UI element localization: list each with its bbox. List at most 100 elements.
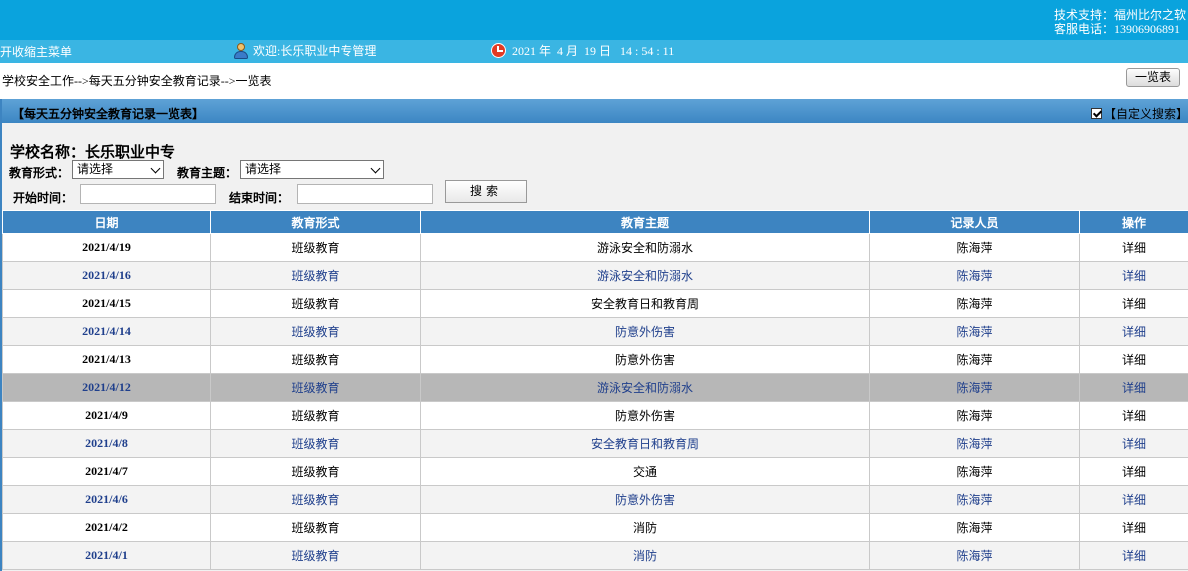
detail-link[interactable]: 详细 xyxy=(1079,373,1188,402)
education-topic-value: 请选择 xyxy=(245,162,282,176)
custom-search-toggle[interactable]: 【自定义搜索】 xyxy=(1090,105,1188,122)
detail-link[interactable]: 详细 xyxy=(1079,541,1188,570)
detail-link[interactable]: 详细 xyxy=(1079,289,1188,318)
service-phone: 客服电话：13906906891 xyxy=(1053,22,1180,36)
table-row[interactable]: 2021/4/14 班级教育 防意外伤害 陈海萍 详细 xyxy=(2,317,1188,346)
education-topic-select[interactable]: 请选择 xyxy=(240,160,384,179)
cell-topic: 安全教育日和教育周 xyxy=(420,429,870,458)
support-info: 技术支持：福州比尔之软 客服电话：13906906891 xyxy=(1054,8,1186,36)
cell-date: 2021/4/16 xyxy=(2,261,211,290)
cell-date: 2021/4/15 xyxy=(2,289,211,318)
cell-recorder: 陈海萍 xyxy=(869,429,1080,458)
detail-link[interactable]: 详细 xyxy=(1079,261,1188,290)
cell-date: 2021/4/8 xyxy=(2,429,211,458)
cell-date: 2021/4/2 xyxy=(2,513,211,542)
cell-form: 班级教育 xyxy=(210,541,421,570)
records-table: 日期 教育形式 教育主题 记录人员 操作 2021/4/19 班级教育 游泳安全和防… xyxy=(2,210,1188,570)
table-row[interactable]: 2021/4/6 班级教育 防意外伤害 陈海萍 详细 xyxy=(2,485,1188,514)
cell-date: 2021/4/9 xyxy=(2,401,211,430)
table-row[interactable]: 2021/4/1 班级教育 消防 陈海萍 详细 xyxy=(2,541,1188,570)
toggle-main-menu-link[interactable]: 开收缩主菜单 xyxy=(0,43,72,60)
records-panel: 【每天五分钟安全教育记录一览表】 【自定义搜索】 学校名称：长乐职业中专 教育形… xyxy=(0,99,1188,571)
end-time-input[interactable] xyxy=(297,184,433,204)
column-header-recorder: 记录人员 xyxy=(869,210,1080,234)
breadcrumb: 学校安全工作-->每天五分钟安全教育记录-->一览表 xyxy=(2,74,272,88)
cell-topic: 消防 xyxy=(420,541,870,570)
cell-date: 2021/4/19 xyxy=(2,233,211,262)
cell-form: 班级教育 xyxy=(210,429,421,458)
clock-icon xyxy=(491,43,506,58)
cell-topic: 消防 xyxy=(420,513,870,542)
detail-link[interactable]: 详细 xyxy=(1079,429,1188,458)
table-row[interactable]: 2021/4/19 班级教育 游泳安全和防溺水 陈海萍 详细 xyxy=(2,233,1188,262)
cell-topic: 防意外伤害 xyxy=(420,345,870,374)
cell-form: 班级教育 xyxy=(210,233,421,262)
education-form-select[interactable]: 请选择 xyxy=(72,160,164,179)
school-name: 学校名称：长乐职业中专 xyxy=(10,145,176,161)
column-header-action: 操作 xyxy=(1079,210,1188,234)
detail-link[interactable]: 详细 xyxy=(1079,401,1188,430)
education-form-label: 教育形式： xyxy=(9,166,70,180)
panel-header: 【每天五分钟安全教育记录一览表】 【自定义搜索】 xyxy=(2,99,1188,123)
table-row[interactable]: 2021/4/13 班级教育 防意外伤害 陈海萍 详细 xyxy=(2,345,1188,374)
cell-form: 班级教育 xyxy=(210,513,421,542)
table-row[interactable]: 2021/4/15 班级教育 安全教育日和教育周 陈海萍 详细 xyxy=(2,289,1188,318)
cell-date: 2021/4/7 xyxy=(2,457,211,486)
cell-form: 班级教育 xyxy=(210,345,421,374)
cell-form: 班级教育 xyxy=(210,373,421,402)
cell-recorder: 陈海萍 xyxy=(869,485,1080,514)
detail-link[interactable]: 详细 xyxy=(1079,513,1188,542)
cell-topic: 游泳安全和防溺水 xyxy=(420,233,870,262)
table-header-row: 日期 教育形式 教育主题 记录人员 操作 xyxy=(2,210,1188,234)
cell-form: 班级教育 xyxy=(210,485,421,514)
cell-recorder: 陈海萍 xyxy=(869,513,1080,542)
top-banner: 技术支持：福州比尔之软 客服电话：13906906891 xyxy=(0,0,1188,40)
detail-link[interactable]: 详细 xyxy=(1079,485,1188,514)
cell-date: 2021/4/12 xyxy=(2,373,211,402)
user-icon xyxy=(233,42,249,59)
welcome-text: 欢迎:长乐职业中专管理 xyxy=(253,44,377,58)
cell-recorder: 陈海萍 xyxy=(869,541,1080,570)
cell-date: 2021/4/6 xyxy=(2,485,211,514)
checkbox-checked-icon[interactable] xyxy=(1090,108,1102,119)
welcome-area: 欢迎:长乐职业中专管理 xyxy=(233,42,376,59)
cell-form: 班级教育 xyxy=(210,457,421,486)
cell-recorder: 陈海萍 xyxy=(869,457,1080,486)
cell-topic: 交通 xyxy=(420,457,870,486)
list-view-button[interactable]: 一览表 xyxy=(1125,68,1180,87)
detail-link[interactable]: 详细 xyxy=(1079,345,1188,374)
cell-form: 班级教育 xyxy=(210,289,421,318)
search-button[interactable]: 搜索 xyxy=(445,180,527,203)
detail-link[interactable]: 详细 xyxy=(1079,457,1188,486)
detail-link[interactable]: 详细 xyxy=(1079,317,1188,346)
cell-topic: 防意外伤害 xyxy=(420,485,870,514)
cell-form: 班级教育 xyxy=(210,401,421,430)
column-header-topic: 教育主题 xyxy=(420,210,870,234)
support-line: 技术支持：福州比尔之软 xyxy=(1053,8,1186,22)
custom-search-label: 【自定义搜索】 xyxy=(1103,107,1188,121)
cell-recorder: 陈海萍 xyxy=(869,233,1080,262)
cell-recorder: 陈海萍 xyxy=(869,401,1080,430)
start-time-label: 开始时间： xyxy=(13,191,74,205)
status-bar: 开收缩主菜单 欢迎:长乐职业中专管理 2021 年 4 月 19 日 14 : … xyxy=(0,40,1188,63)
cell-recorder: 陈海萍 xyxy=(869,373,1080,402)
table-row[interactable]: 2021/4/7 班级教育 交通 陈海萍 详细 xyxy=(2,457,1188,486)
cell-topic: 防意外伤害 xyxy=(420,401,870,430)
cell-date: 2021/4/1 xyxy=(2,541,211,570)
detail-link[interactable]: 详细 xyxy=(1079,233,1188,262)
cell-topic: 防意外伤害 xyxy=(420,317,870,346)
table-row[interactable]: 2021/4/12 班级教育 游泳安全和防溺水 陈海萍 详细 xyxy=(2,373,1188,402)
education-topic-label: 教育主题： xyxy=(177,166,238,180)
datetime-area: 2021 年 4 月 19 日 14 : 54 : 11 xyxy=(491,42,674,59)
chevron-down-icon xyxy=(150,163,161,174)
table-row[interactable]: 2021/4/9 班级教育 防意外伤害 陈海萍 详细 xyxy=(2,401,1188,430)
table-row[interactable]: 2021/4/8 班级教育 安全教育日和教育周 陈海萍 详细 xyxy=(2,429,1188,458)
cell-recorder: 陈海萍 xyxy=(869,317,1080,346)
column-header-date: 日期 xyxy=(2,210,211,234)
chevron-down-icon xyxy=(370,163,381,174)
cell-recorder: 陈海萍 xyxy=(869,345,1080,374)
start-time-input[interactable] xyxy=(80,184,216,204)
breadcrumb-bar: 学校安全工作-->每天五分钟安全教育记录-->一览表 一览表 xyxy=(0,64,1188,94)
table-row[interactable]: 2021/4/2 班级教育 消防 陈海萍 详细 xyxy=(2,513,1188,542)
table-row[interactable]: 2021/4/16 班级教育 游泳安全和防溺水 陈海萍 详细 xyxy=(2,261,1188,290)
